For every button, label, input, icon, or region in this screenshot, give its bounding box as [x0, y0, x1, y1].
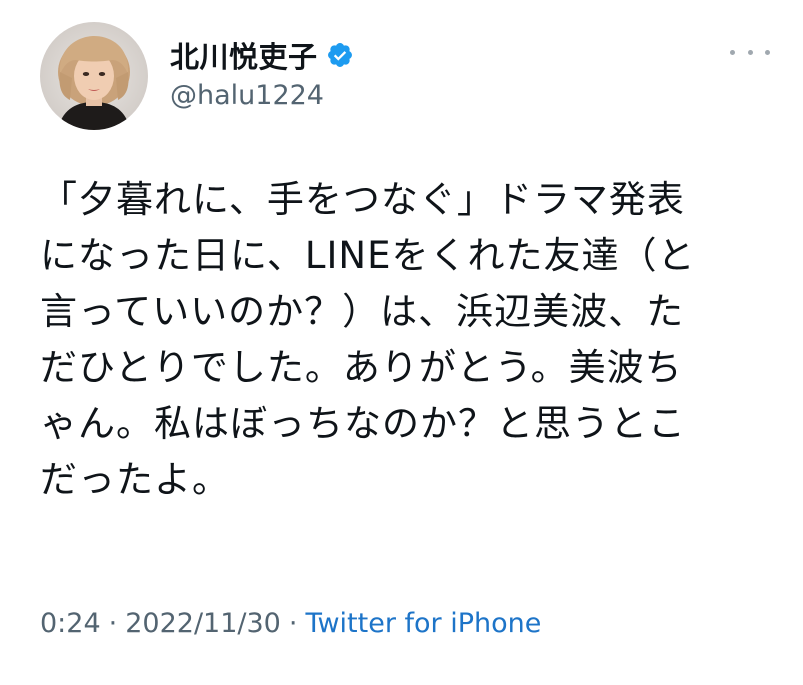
avatar[interactable] — [40, 22, 148, 130]
dot — [730, 49, 735, 55]
tweet-header: 北川悦吏子 @halu1224 — [40, 22, 770, 132]
dot — [765, 49, 770, 55]
meta-separator: · — [288, 608, 298, 639]
tweet-meta: 0:24 · 2022/11/30 · Twitter for iPhone — [40, 608, 541, 639]
user-names: 北川悦吏子 @halu1224 — [170, 36, 354, 111]
avatar-image — [40, 22, 148, 130]
display-name[interactable]: 北川悦吏子 — [170, 34, 318, 76]
verified-badge-icon — [326, 41, 354, 69]
meta-separator: · — [108, 608, 118, 639]
tweet-text: 「夕暮れに、手をつなぐ」ドラマ発表 になった日に、LINEをくれた友達（と 言っ… — [40, 178, 696, 501]
dot — [747, 49, 753, 55]
tweet-card: 北川悦吏子 @halu1224 「夕暮れに、手をつなぐ」ドラマ発表 になった日に… — [0, 0, 803, 685]
tweet-date[interactable]: 2022/11/30 — [125, 608, 281, 639]
more-options-icon[interactable] — [730, 40, 770, 64]
tweet-source-link[interactable]: Twitter for iPhone — [305, 608, 541, 639]
user-handle[interactable]: @halu1224 — [170, 80, 354, 111]
tweet-time[interactable]: 0:24 — [40, 608, 101, 639]
display-name-row: 北川悦吏子 — [170, 36, 354, 74]
